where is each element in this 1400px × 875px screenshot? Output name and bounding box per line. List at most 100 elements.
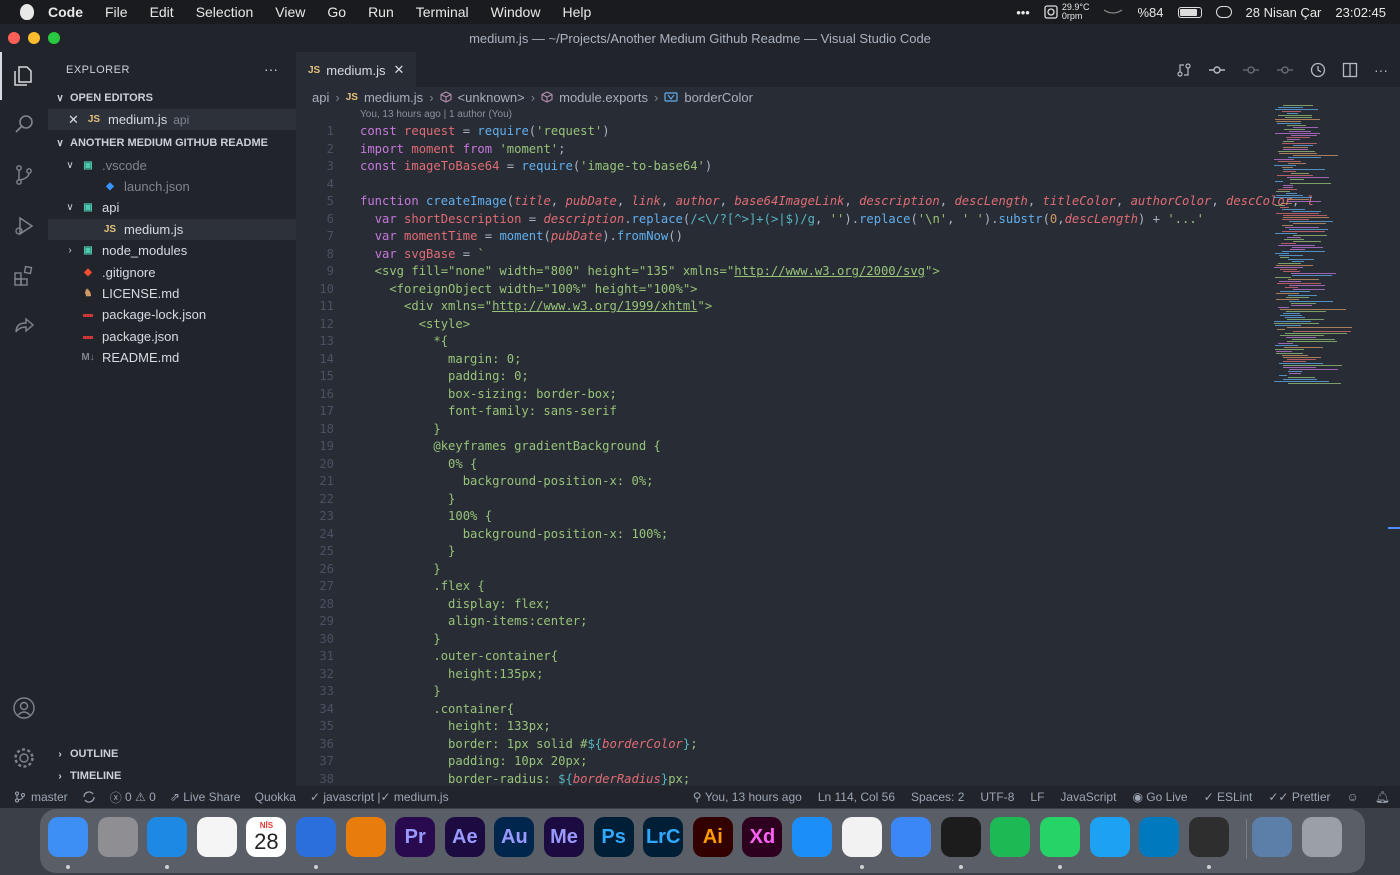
photos-app-icon[interactable] [196,817,237,857]
tree-item-node-modules[interactable]: › ▣ node_modules [48,240,296,261]
js-check-status[interactable]: ✓ javascript | ✓ medium.js [310,790,449,804]
encoding[interactable]: UTF-8 [980,790,1014,804]
code-line[interactable]: 31 .outer-container{ [296,648,1266,666]
code-line[interactable]: 13 *{ [296,333,1266,351]
outline-header[interactable]: › OUTLINE [48,743,296,765]
tree-item-api[interactable]: ∨ ▣ api [48,197,296,218]
safari-app-icon[interactable] [147,817,188,857]
code-line[interactable]: 24 background-position-x: 100%; [296,526,1266,544]
whatsapp-app-icon[interactable] [1040,817,1080,857]
sync-icon[interactable] [82,791,96,803]
menubar-date[interactable]: 28 Nisan Çar [1246,5,1322,20]
illustrator-app-icon[interactable]: Ai [692,817,733,857]
trash-app-icon[interactable] [1302,817,1342,857]
twitter-app-icon[interactable] [1089,817,1130,857]
go-live-status[interactable]: ◉ Go Live [1132,790,1187,804]
code-line[interactable]: 27 .flex { [296,578,1266,596]
media-encoder-app-icon[interactable]: Me [544,817,584,857]
audition-app-icon[interactable]: Au [494,817,535,857]
code-line[interactable]: 34 .container{ [296,701,1266,719]
code-line[interactable]: 18 } [296,421,1266,439]
tree-item-launch-json[interactable]: ◆ launch.json [48,176,296,197]
open-editor-item[interactable]: ✕ JS medium.js api [48,109,296,131]
live-share-icon[interactable] [0,302,48,350]
tree-item-gitignore[interactable]: ◆ .gitignore [48,261,296,282]
code-line[interactable]: 20 0% { [296,456,1266,474]
code-line[interactable]: 9 <svg fill="none" width="800" height="1… [296,263,1266,281]
code-line[interactable]: 8 var svgBase = ` [296,246,1266,264]
code-line[interactable]: 25 } [296,543,1266,561]
eye-closed-icon[interactable] [1103,7,1123,17]
explorer-more-actions-icon[interactable]: ··· [264,61,278,77]
code-line[interactable]: 12 <style> [296,316,1266,334]
breadcrumb-unknown[interactable]: <unknown> [458,90,525,105]
blender-app-icon[interactable] [345,817,386,857]
history-icon[interactable] [1310,62,1326,78]
menu-go[interactable]: Go [327,4,346,20]
app-store-app-icon[interactable] [792,817,832,857]
branch-status[interactable]: master [14,790,68,804]
breadcrumb-symbol[interactable]: borderColor [684,90,753,105]
code-line[interactable]: 33 } [296,683,1266,701]
code-line[interactable]: 15 padding: 0; [296,368,1266,386]
menu-help[interactable]: Help [562,4,591,20]
menubar-time[interactable]: 23:02:45 [1335,5,1386,20]
search-icon[interactable] [0,100,48,148]
indentation[interactable]: Spaces: 2 [911,790,964,804]
launchpad-app-icon[interactable] [97,817,138,857]
extensions-icon[interactable] [0,252,48,300]
code-line[interactable]: 23 100% { [296,508,1266,526]
code-line[interactable]: 17 font-family: sans-serif [296,403,1266,421]
menu-window[interactable]: Window [491,4,541,20]
control-center-icon[interactable] [1215,6,1232,18]
git-commit-icon[interactable] [1208,62,1226,78]
premiere-app-icon[interactable]: Pr [395,817,436,857]
code-line[interactable]: 7 var momentTime = moment(pubDate).fromN… [296,228,1266,246]
code-line[interactable]: 38 border-radius: ${borderRadius}px; [296,771,1266,787]
xcode-app-icon[interactable] [891,817,932,857]
code-line[interactable]: 19 @keyframes gradientBackground { [296,438,1266,456]
code-line[interactable]: 30 } [296,631,1266,649]
code-line[interactable]: 4 [296,176,1266,194]
project-header[interactable]: ∨ ANOTHER MEDIUM GITHUB README [48,132,296,154]
tree-item-package-lock-json[interactable]: ▬ package-lock.json [48,304,296,325]
code-line[interactable]: 37 padding: 10px 20px; [296,753,1266,771]
codelens-blame[interactable]: You, 13 hours ago | 1 author (You) [360,109,512,120]
blame-status[interactable]: ⚲ You, 13 hours ago [693,790,802,804]
previous-change-icon[interactable] [1242,62,1260,78]
tree-item-medium-js[interactable]: JS medium.js [48,218,296,240]
prettier-status[interactable]: ✓✓ Prettier [1268,790,1330,804]
eslint-status[interactable]: ✓ ESLint [1204,790,1253,804]
menu-view[interactable]: View [275,4,305,20]
code-line[interactable]: 3 const imageToBase64 = require('image-to… [296,158,1266,176]
notifications-bell-icon[interactable]: 🔔︎ [1375,790,1390,804]
menu-run[interactable]: Run [368,4,394,20]
code-line[interactable]: 29 align-items:center; [296,613,1266,631]
open-changes-icon[interactable] [1176,62,1192,78]
feedback-icon[interactable]: ☺ [1347,790,1359,804]
code-line[interactable]: 32 height:135px; [296,666,1266,684]
battery-icon[interactable] [1177,6,1202,18]
vscode-app-icon[interactable] [841,817,882,857]
end-of-line[interactable]: LF [1030,790,1044,804]
minimize-window-button[interactable] [28,32,40,44]
breadcrumb-folder[interactable]: api [312,90,329,105]
tree-item-readme-md[interactable]: M↓ README.md [48,347,296,368]
problems-status[interactable]: ⓧ 0 ⚠ 0 [110,789,156,806]
spotify-app-icon[interactable] [990,817,1031,857]
explorer-icon[interactable] [0,52,48,100]
split-editor-icon[interactable] [1342,62,1358,78]
code-line[interactable]: 10 <foreignObject width="100%" height="1… [296,281,1266,299]
menu-file[interactable]: File [105,4,128,20]
code-line[interactable]: 6 var shortDescription = description.rep… [296,211,1266,229]
weather-widget[interactable]: 29.9°C 0rpm [1044,3,1089,21]
code-line[interactable]: 2 import moment from 'moment'; [296,141,1266,159]
code-line[interactable]: 26 } [296,561,1266,579]
lightroom-classic-app-icon[interactable]: LrC [643,817,684,857]
menu-edit[interactable]: Edit [150,4,174,20]
tab-medium-js[interactable]: JS medium.js ✕ [296,52,416,87]
menu-terminal[interactable]: Terminal [416,4,469,20]
xd-app-icon[interactable]: Xd [742,817,783,857]
code-editor[interactable]: api › JS medium.js › <unknown> › module.… [296,87,1400,786]
menu-app-name[interactable]: Code [48,4,83,20]
